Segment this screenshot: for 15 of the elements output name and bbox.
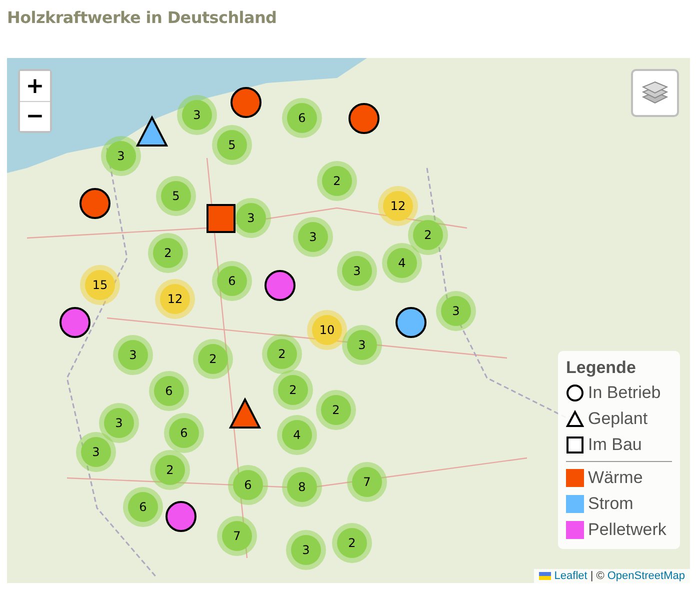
legend-label: Geplant [588,409,648,429]
flag-icon [539,572,552,580]
layers-icon [642,80,668,106]
legend-label: Strom [588,494,634,514]
legend-label: In Betrieb [588,383,661,403]
zoom-out-button[interactable]: − [20,101,50,131]
legend-label: Pelletwerk [588,520,666,540]
legend-title: Legende [566,358,637,378]
attribution-text: | © [590,570,604,582]
openstreetmap-link[interactable]: OpenStreetMap [607,570,685,582]
legend-label: Im Bau [588,435,642,455]
page-title: Holzkraftwerke in Deutschland [6,7,278,29]
legend-label: Wärme [588,468,643,488]
leaflet-link[interactable]: Leaflet [539,570,588,582]
layers-button[interactable] [631,69,679,117]
